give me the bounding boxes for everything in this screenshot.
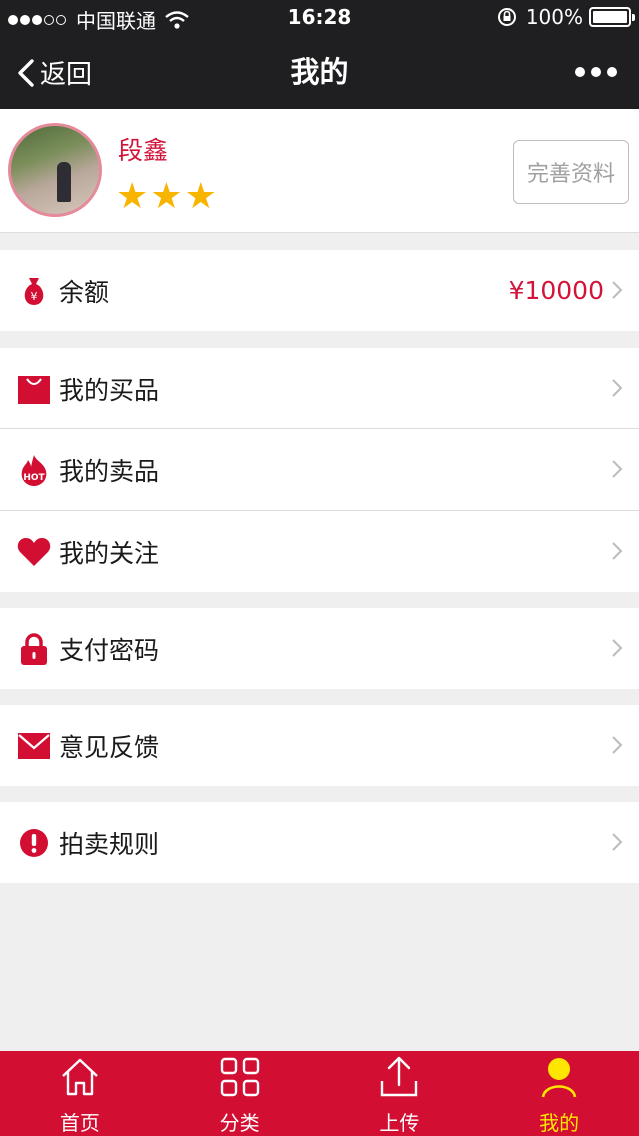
follows-label: 我的关注 [59,538,160,568]
battery-icon [589,7,635,27]
more-dot [607,67,617,77]
money-bag-icon: ¥ [17,274,51,308]
tab-category[interactable]: 分类 [160,1051,320,1136]
menu-row-purchases[interactable]: 我的买品 [0,348,639,429]
user-icon [541,1058,577,1098]
username: 段鑫 [118,136,169,165]
feedback-label: 意见反馈 [59,732,160,762]
sales-label: 我的卖品 [59,456,160,486]
menu-row-sales[interactable]: HOT 我的卖品 [0,429,639,510]
status-right: 100% [496,5,635,29]
avatar-figure [57,162,71,202]
carrier-label: 中国联通 [76,9,156,33]
star-rating: ★ ★ ★ [116,179,219,215]
upload-icon [381,1056,418,1097]
chevron-right-icon [612,379,623,397]
rotation-lock-icon [497,8,516,26]
balance-value: ¥10000 [508,276,604,305]
lock-icon [17,632,51,666]
tab-mine[interactable]: 我的 [479,1051,639,1136]
battery-percent: 100% [525,5,583,29]
more-dot [575,67,585,77]
tab-upload-label: 上传 [379,1111,420,1135]
chevron-right-icon [612,833,623,851]
heart-icon [17,535,51,569]
tab-home[interactable]: 首页 [0,1051,160,1136]
signal-icon [8,14,68,25]
chevron-right-icon [612,460,623,478]
status-bar: 中国联通 16:28 100% [0,0,639,36]
grid-icon [220,1057,259,1097]
pay-password-label: 支付密码 [59,635,160,665]
page-title: 我的 [290,55,349,89]
more-dot [591,67,601,77]
purchases-label: 我的买品 [59,375,160,405]
chevron-left-icon [18,58,34,87]
mail-icon [17,729,51,763]
menu-row-follows[interactable]: 我的关注 [0,511,639,592]
menu-row-balance[interactable]: ¥ 余额 ¥10000 [0,250,639,331]
wifi-icon [165,10,189,29]
tab-bar: 首页 分类 上传 我的 [0,1051,639,1136]
back-label: 返回 [40,60,93,90]
menu-row-feedback[interactable]: 意见反馈 [0,705,639,786]
rules-label: 拍卖规则 [59,829,160,859]
chevron-right-icon [612,542,623,560]
avatar[interactable] [8,123,102,217]
hot-flame-icon: HOT [17,453,51,487]
complete-profile-button[interactable]: 完善资料 [513,140,629,204]
menu-row-pay-password[interactable]: 支付密码 [0,608,639,689]
tab-mine-label: 我的 [539,1111,580,1135]
shopping-bag-icon [17,372,51,406]
star-icon: ★ [150,176,183,217]
more-menu-button[interactable] [569,67,617,77]
nav-bar: 返回 我的 [0,36,639,109]
exclamation-icon [17,826,51,860]
chevron-right-icon [612,281,623,299]
svg-text:HOT: HOT [23,473,45,483]
menu-row-rules[interactable]: 拍卖规则 [0,802,639,883]
star-icon: ★ [116,176,149,217]
tab-home-label: 首页 [59,1111,100,1135]
star-icon: ★ [184,176,217,217]
home-icon [62,1058,98,1096]
tab-upload[interactable]: 上传 [320,1051,480,1136]
balance-label: 余额 [59,277,110,307]
status-left: 中国联通 [8,5,190,34]
back-button[interactable]: 返回 [16,36,92,109]
chevron-right-icon [612,639,623,657]
svg-text:¥: ¥ [31,290,38,303]
chevron-right-icon [612,736,623,754]
tab-category-label: 分类 [219,1111,260,1135]
profile-card: 段鑫 ★ ★ ★ 完善资料 [0,109,639,233]
